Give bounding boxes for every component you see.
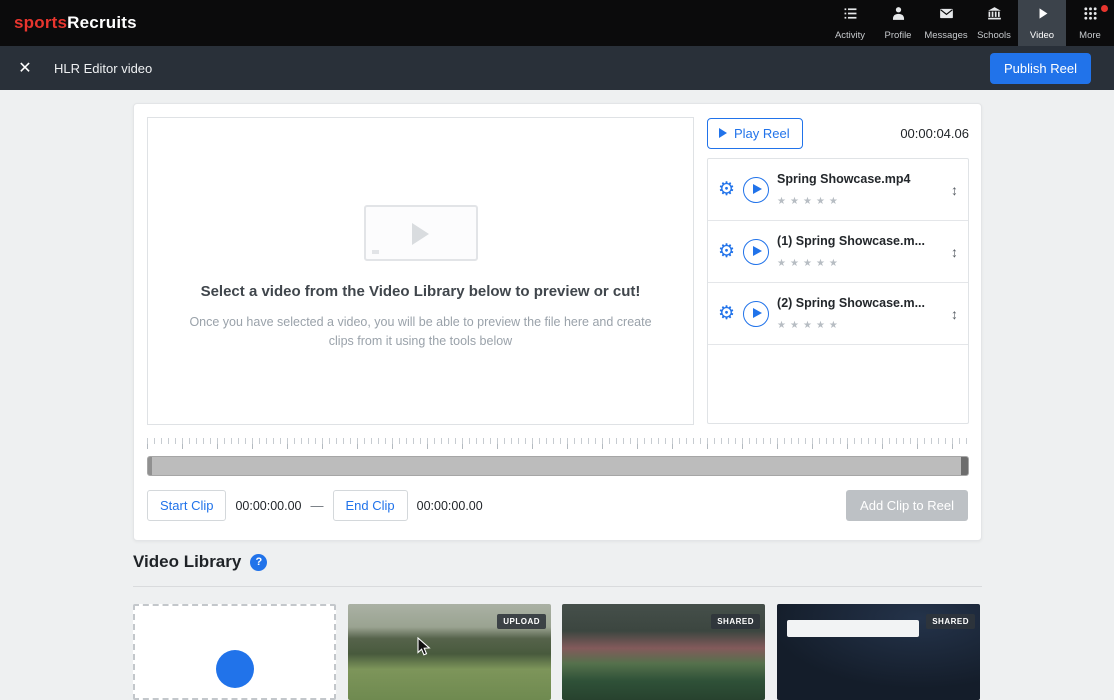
reel-clip-row: Spring Showcase.mp4	[708, 159, 968, 221]
progressbar-nub	[371, 250, 379, 254]
reel-clip-row: (2) Spring Showcase.m...	[708, 283, 968, 345]
nav-item-profile[interactable]: Profile	[874, 0, 922, 46]
video-thumbnail[interactable]: SHARED	[562, 604, 765, 700]
nav-item-more[interactable]: More	[1066, 0, 1114, 46]
more-grid-icon	[1082, 5, 1099, 27]
clip-play-button[interactable]	[743, 238, 770, 265]
clip-title: (1) Spring Showcase.m...	[777, 234, 925, 248]
add-clip-to-reel-button[interactable]: Add Clip to Reel	[846, 490, 968, 521]
clip-controls-bar: Start Clip 00:00:00.00 — End Clip 00:00:…	[147, 490, 968, 521]
video-preview-area: Select a video from the Video Library be…	[147, 117, 694, 425]
sportsrecruits-logo[interactable]: sportsRecruits	[14, 13, 137, 33]
top-navbar: sportsRecruits Activity Profile Messages…	[0, 0, 1114, 46]
publish-reel-button[interactable]: Publish Reel	[990, 52, 1091, 84]
nav-item-activity[interactable]: Activity	[826, 0, 874, 46]
logo-recruits: Recruits	[67, 13, 137, 32]
notification-dot	[1101, 5, 1108, 12]
video-thumbnail[interactable]: UPLOAD	[348, 604, 551, 700]
scrubber-start-handle[interactable]	[148, 457, 152, 475]
video-library-title: Video Library	[133, 552, 242, 571]
start-clip-button[interactable]: Start Clip	[147, 490, 227, 521]
play-icon	[719, 128, 727, 138]
time-separator: —	[310, 498, 324, 513]
nav-label-video: Video	[1029, 30, 1055, 41]
clip-info: Spring Showcase.mp4	[777, 170, 941, 209]
nav-item-messages[interactable]: Messages	[922, 0, 970, 46]
gear-icon[interactable]	[718, 242, 735, 262]
video-thumbnail[interactable]: SHARED	[777, 604, 980, 700]
editor-card: Select a video from the Video Library be…	[133, 103, 982, 541]
drag-handle-icon[interactable]	[949, 244, 960, 260]
play-reel-button[interactable]: Play Reel	[707, 117, 803, 149]
start-clip-time: 00:00:00.00	[235, 498, 302, 513]
rating-stars	[777, 253, 941, 271]
upload-dropzone-tile[interactable]	[133, 604, 336, 700]
clip-info: (2) Spring Showcase.m...	[777, 294, 941, 333]
profile-icon	[890, 5, 907, 27]
end-clip-time: 00:00:00.00	[416, 498, 483, 513]
logo-sports: sports	[14, 13, 68, 32]
rating-stars	[777, 191, 941, 209]
nav-label-messages: Messages	[924, 30, 968, 41]
preview-headline: Select a video from the Video Library be…	[200, 283, 641, 300]
gear-icon[interactable]	[718, 180, 735, 200]
nav-item-schools[interactable]: Schools	[970, 0, 1018, 46]
video-player-placeholder-icon	[363, 205, 478, 261]
gear-icon[interactable]	[718, 304, 735, 324]
reel-duration: 00:00:04.06	[900, 125, 969, 141]
nav-label-more: More	[1079, 30, 1101, 41]
status-badge: SHARED	[711, 614, 760, 629]
clip-title: (2) Spring Showcase.m...	[777, 296, 925, 310]
messages-icon	[938, 5, 955, 27]
clip-play-button[interactable]	[743, 300, 770, 327]
rating-stars	[777, 315, 941, 333]
video-play-icon	[1034, 5, 1051, 27]
nav-label-schools: Schools	[977, 30, 1011, 41]
reel-header: Play Reel 00:00:04.06	[707, 117, 969, 149]
play-triangle-icon	[411, 223, 429, 245]
video-library-header: Video Library	[133, 552, 268, 572]
editor-title: HLR Editor video	[54, 60, 153, 76]
library-divider	[133, 586, 982, 587]
nav-label-profile: Profile	[884, 30, 912, 41]
timeline-scrubber[interactable]	[147, 456, 969, 476]
activity-icon	[842, 5, 859, 27]
reel-panel: Play Reel 00:00:04.06 Spring Showcase.mp…	[707, 117, 969, 424]
status-badge: SHARED	[926, 614, 975, 629]
nav-item-video[interactable]: Video	[1018, 0, 1066, 46]
scrubber-end-handle[interactable]	[961, 457, 968, 475]
timeline-ruler	[147, 438, 969, 449]
drag-handle-icon[interactable]	[949, 306, 960, 322]
status-badge: UPLOAD	[497, 614, 546, 629]
end-clip-button[interactable]: End Clip	[332, 490, 408, 521]
clip-info: (1) Spring Showcase.m...	[777, 232, 941, 271]
reel-clip-list: Spring Showcase.mp4 (1) Spring Showcase.…	[707, 158, 969, 424]
editor-header: HLR Editor video Publish Reel	[0, 46, 1114, 90]
help-icon[interactable]	[250, 553, 268, 571]
clip-title: Spring Showcase.mp4	[777, 172, 911, 186]
close-icon[interactable]	[10, 53, 40, 83]
nav-label-activity: Activity	[834, 30, 866, 41]
reel-clip-row: (1) Spring Showcase.m...	[708, 221, 968, 283]
thumbnail-title-card	[787, 620, 919, 637]
drag-handle-icon[interactable]	[949, 182, 960, 198]
clip-play-button[interactable]	[743, 176, 770, 203]
preview-subtext: Once you have selected a video, you will…	[189, 315, 652, 349]
navbar-items: Activity Profile Messages Schools Video	[826, 0, 1114, 46]
play-reel-label: Play Reel	[734, 125, 790, 141]
schools-icon	[986, 5, 1003, 27]
